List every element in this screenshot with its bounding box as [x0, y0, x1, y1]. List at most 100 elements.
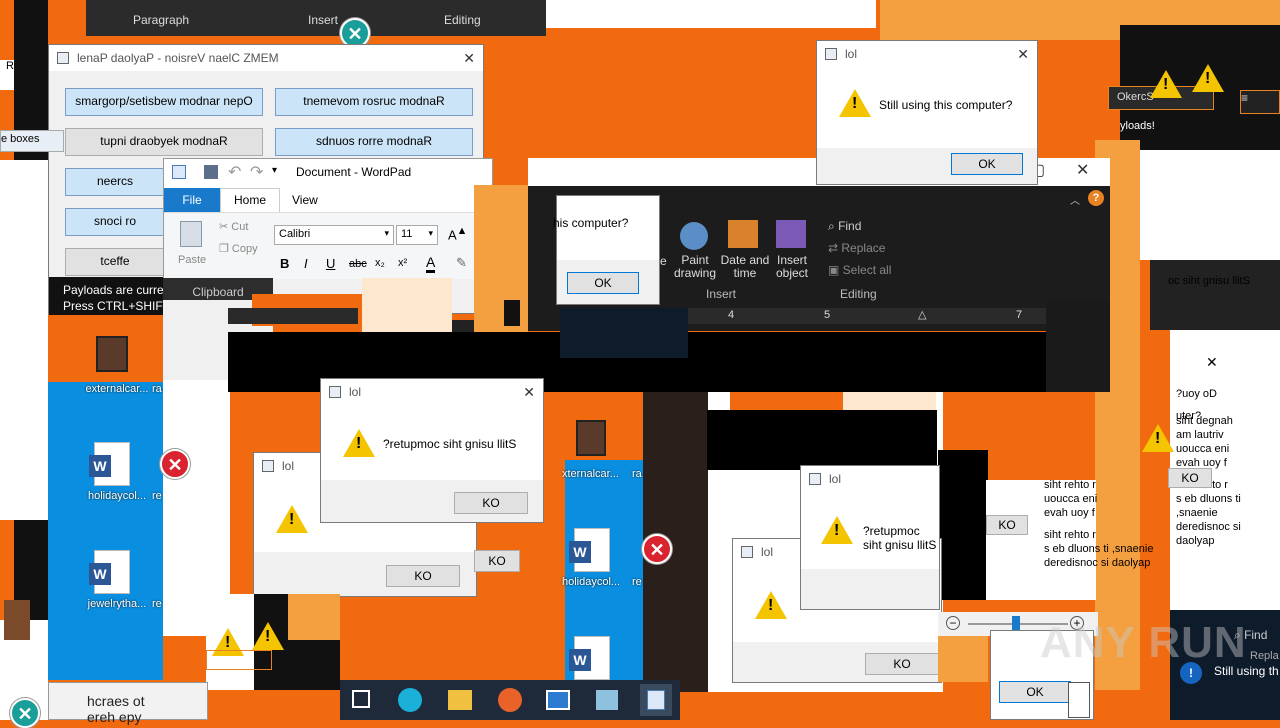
replace-button[interactable]: ⇄ Replace [828, 241, 885, 255]
word-doc-icon[interactable]: W [569, 636, 610, 680]
tab-file[interactable]: File [164, 188, 220, 212]
status-hint: Press CTRL+SHIFT+ [63, 299, 178, 313]
dialog-title: lol [845, 47, 858, 61]
ok-button[interactable]: KO [474, 550, 520, 572]
save-icon[interactable] [204, 165, 218, 179]
notepad-icon[interactable] [596, 690, 618, 710]
date-time-button[interactable]: Date and time [718, 254, 772, 280]
word-doc-icon[interactable]: W [569, 528, 610, 572]
tab-view[interactable]: View [292, 193, 318, 207]
copy-button[interactable]: ❐ Copy [219, 242, 258, 255]
zoom-out-icon[interactable]: − [946, 616, 960, 630]
ok-button[interactable]: KO [386, 565, 460, 587]
ok-button[interactable]: OK [567, 272, 639, 294]
quick-access-chevron-icon[interactable]: ▾ [272, 165, 277, 176]
close-icon[interactable]: ✕ [1206, 354, 1218, 371]
ok-button[interactable]: OK [999, 681, 1071, 703]
dialog-title: lol [349, 385, 362, 399]
paint-drawing-button[interactable]: Paint drawing [670, 254, 720, 280]
word-doc-icon[interactable]: W [89, 550, 130, 594]
wordpad-taskbar-item[interactable] [640, 684, 672, 716]
warning-icon: ! [276, 505, 308, 533]
error-icon: ✕ [160, 449, 190, 479]
subscript-icon[interactable]: x₂ [375, 257, 385, 269]
desktop-icon-label[interactable]: externalcar... [72, 383, 162, 395]
close-icon[interactable]: ✕ [1017, 41, 1029, 67]
bold-icon[interactable]: B [280, 256, 289, 271]
redo-icon[interactable]: ↷ [250, 162, 263, 182]
font-size-select[interactable]: 11 ▾ [396, 225, 438, 245]
close-icon[interactable]: ✕ [1076, 160, 1089, 180]
error-icon: ✕ [10, 698, 40, 728]
close-icon[interactable]: ✕ [523, 379, 535, 405]
app-icon [57, 52, 69, 64]
font-family-select[interactable]: Calibri ▾ [274, 225, 394, 245]
desktop-icon-label: re [152, 598, 162, 610]
underline-icon[interactable]: U [326, 256, 335, 271]
word-doc-icon[interactable]: W [89, 442, 130, 486]
reversed-text: oc siht gnisu llitS [1168, 275, 1250, 287]
close-icon[interactable]: ✕ [463, 45, 475, 71]
strikethrough-icon[interactable]: abc [349, 258, 367, 270]
paste-label[interactable]: Paste [178, 254, 206, 266]
cut-button[interactable]: ✂ Cut [219, 220, 248, 233]
payload-screen-button[interactable]: neercs [65, 168, 165, 196]
italic-icon[interactable]: I [304, 256, 308, 271]
ok-button[interactable]: KO [865, 653, 939, 675]
ok-button[interactable]: KO [1168, 468, 1212, 488]
task-view-icon[interactable] [352, 690, 370, 708]
payload-open-websites-button[interactable]: smargorp/setisbew modnar nepO [65, 88, 263, 116]
calendar-icon[interactable] [728, 220, 758, 248]
payload-keyboard-button[interactable]: tupni draobyek modnaR [65, 128, 263, 156]
dialog-message: Still using this computer? [879, 98, 1013, 112]
image-file-icon[interactable] [96, 336, 128, 372]
indent-marker-icon[interactable]: △ [918, 308, 926, 321]
reversed-dialog-4: lol ! ?retupmoc siht gnisu llitS [800, 465, 940, 610]
file-explorer-icon[interactable] [448, 690, 472, 710]
desktop-icon-label[interactable]: jewelrytha... [72, 598, 162, 610]
insert-object-icon[interactable] [776, 220, 806, 248]
payload-sounds-button[interactable]: sdnuos rorre modnaR [275, 128, 473, 156]
desktop-icon-label: re [632, 576, 642, 588]
paint-icon[interactable] [680, 222, 708, 250]
watermark: ANY RUN [1040, 618, 1247, 667]
edge-icon[interactable] [398, 688, 422, 712]
select-all-button[interactable]: ▣ Select all [828, 263, 891, 277]
memz-titlebar[interactable]: lenaP daolyaP - noisreV naelC ZMEM ✕ [49, 45, 483, 71]
paste-icon[interactable] [180, 221, 202, 247]
desktop-icon-label[interactable]: holidaycol... [562, 576, 620, 588]
ribbon-insert-label: Insert [308, 13, 339, 27]
tab-home[interactable]: Home [220, 188, 280, 212]
payload-cursor-button[interactable]: tnemevom rosruc modnaR [275, 88, 473, 116]
desktop-icon-label: ra [632, 468, 642, 480]
firefox-icon[interactable] [498, 688, 522, 712]
find-button[interactable]: ⌕ Find [828, 219, 861, 234]
search-input[interactable]: hcraes ot ereh epy [48, 682, 208, 725]
grow-font-icon[interactable]: A▲ [448, 225, 467, 242]
ok-button[interactable]: KO [454, 492, 528, 514]
ok-button[interactable]: OK [951, 153, 1023, 175]
reversed-dialog-2: lol ✕ ! ?retupmoc siht gnisu llitS KO [320, 378, 544, 523]
align-icon[interactable]: ≡ [1240, 90, 1280, 114]
app-icon[interactable] [546, 690, 570, 710]
highlight-icon[interactable]: ✎ [456, 255, 467, 271]
dialog-title: lol [761, 545, 774, 559]
desktop-icon-label[interactable]: holidaycol... [72, 490, 162, 502]
reversed-text: ?uoy oD [1176, 388, 1217, 400]
wordpad-icon [647, 690, 665, 710]
payload-icons-button[interactable]: snoci ro [65, 208, 165, 236]
recycle-bin-icon[interactable] [4, 600, 30, 640]
insert-object-button[interactable]: Insert object [770, 254, 814, 280]
superscript-icon[interactable]: x² [398, 257, 407, 269]
collapse-ribbon-icon[interactable]: ︿ [1070, 192, 1080, 207]
ok-button[interactable]: KO [986, 515, 1028, 535]
text-color-icon[interactable]: A [426, 254, 436, 273]
reversed-text-block: siht rehto rs eb dluons ti ,snaeniedered… [1044, 529, 1154, 569]
payloads-label: yloads! [206, 678, 241, 690]
help-icon[interactable]: ? [1088, 190, 1104, 206]
replace-icon: ⇄ [828, 241, 842, 255]
image-file-icon[interactable] [576, 420, 606, 456]
undo-icon[interactable]: ↶ [228, 162, 241, 182]
payload-effect-button[interactable]: tceffe [65, 248, 165, 276]
desktop-icon-label[interactable]: xternalcar... [562, 468, 619, 480]
